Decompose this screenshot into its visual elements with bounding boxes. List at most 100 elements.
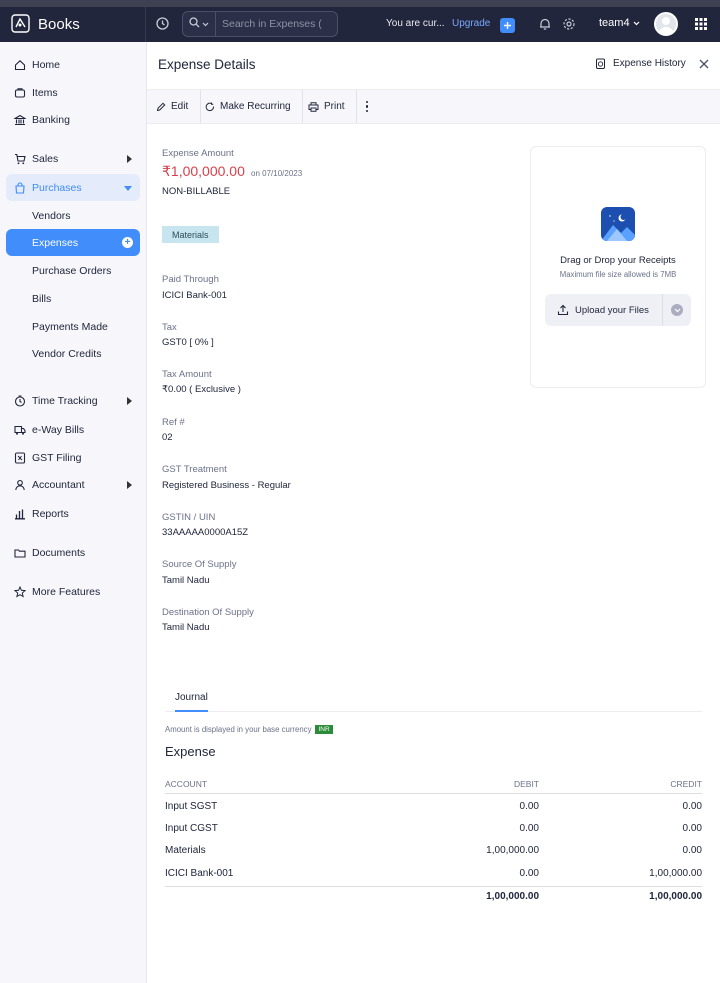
brand[interactable]: Books	[0, 7, 146, 42]
main-content: Expense Details Expense History Edit Mak…	[147, 42, 720, 983]
receipt-image-icon	[601, 207, 635, 241]
currency-badge: INR	[315, 725, 333, 734]
field-value: GST0 [ 0% ]	[162, 337, 214, 348]
caret-right-icon	[127, 481, 132, 489]
search-scope-dropdown[interactable]	[183, 12, 216, 36]
cell-account: Materials	[165, 845, 206, 856]
sidebar: Home Items Banking Sales Purchases Vendo…	[0, 42, 147, 983]
currency-note: Amount is displayed in your base currenc…	[165, 725, 333, 734]
cell-credit: 0.00	[682, 845, 702, 856]
truck-icon	[14, 424, 26, 436]
print-label: Print	[324, 101, 345, 112]
sidebar-item-vendors[interactable]: Vendors	[6, 202, 140, 229]
expense-history-button[interactable]: Expense History	[595, 58, 686, 69]
chevron-down-icon	[202, 18, 209, 30]
receipt-dropzone[interactable]: Drag or Drop your Receipts Maximum file …	[530, 146, 706, 388]
user-icon	[14, 479, 26, 491]
field-label: GSTIN / UIN	[162, 512, 216, 523]
notifications-bell-icon[interactable]	[538, 17, 552, 34]
sidebar-item-payments-made[interactable]: Payments Made	[6, 313, 140, 340]
sidebar-item-label: Purchases	[32, 181, 82, 194]
sidebar-item-purchases[interactable]: Purchases	[6, 174, 140, 201]
settings-gear-icon[interactable]	[562, 17, 576, 34]
sidebar-item-home[interactable]: Home	[6, 51, 140, 78]
make-recurring-button[interactable]: Make Recurring	[205, 90, 303, 123]
receipt-size-note: Maximum file size allowed is 7MB	[559, 270, 677, 279]
category-tag: Materials	[162, 226, 219, 243]
chevron-down-icon	[633, 21, 640, 25]
sidebar-item-label: Banking	[32, 113, 70, 126]
column-credit: CREDIT	[670, 779, 702, 789]
sidebar-item-label: GST Filing	[32, 451, 82, 464]
upload-options-dropdown[interactable]	[663, 294, 691, 326]
sidebar-item-sales[interactable]: Sales	[6, 145, 140, 172]
sidebar-item-purchase-orders[interactable]: Purchase Orders	[6, 257, 140, 284]
close-icon[interactable]	[698, 58, 710, 73]
more-options-icon[interactable]	[357, 90, 377, 123]
expense-history-label: Expense History	[613, 58, 686, 69]
field-label: Paid Through	[162, 274, 219, 285]
field-label: GST Treatment	[162, 464, 227, 475]
trial-status-text[interactable]: You are cur...	[386, 18, 445, 29]
cell-credit: 0.00	[682, 801, 702, 812]
sidebar-item-documents[interactable]: Documents	[6, 539, 140, 566]
table-header: ACCOUNT DEBIT CREDIT	[165, 775, 702, 794]
upload-files-button[interactable]: Upload your Files	[545, 294, 663, 326]
sidebar-item-time-tracking[interactable]: Time Tracking	[6, 387, 140, 414]
sidebar-item-label: e-Way Bills	[32, 423, 85, 436]
upgrade-link[interactable]: Upgrade	[452, 18, 490, 29]
books-logo-icon	[11, 13, 38, 36]
cart-icon	[14, 153, 26, 165]
table-row: Materials 1,00,000.00 0.00	[165, 841, 702, 863]
cell-debit: 1,00,000.00	[486, 845, 539, 856]
add-expense-icon[interactable]: +	[122, 237, 133, 248]
sidebar-item-reports[interactable]: Reports	[6, 500, 140, 527]
search-icon	[189, 17, 200, 31]
quick-create-button[interactable]	[500, 18, 515, 33]
table-row: Input CGST 0.00 0.00	[165, 819, 702, 841]
sidebar-item-label: Purchase Orders	[32, 264, 112, 277]
app-grid-icon[interactable]	[695, 18, 707, 33]
search-input[interactable]	[216, 18, 334, 30]
print-button[interactable]: Print	[308, 90, 357, 123]
table-row: ICICI Bank-001 0.00 1,00,000.00	[165, 864, 702, 886]
sidebar-item-items[interactable]: Items	[6, 79, 140, 106]
sidebar-item-eway-bills[interactable]: e-Way Bills	[6, 416, 140, 443]
bank-icon	[14, 114, 26, 126]
field-label: Tax Amount	[162, 369, 212, 380]
sidebar-item-label: Documents	[32, 546, 86, 559]
field-value: 33AAAAA0000A15Z	[162, 527, 249, 538]
cell-account: ICICI Bank-001	[165, 868, 234, 879]
field-label: Source Of Supply	[162, 559, 237, 570]
home-icon	[14, 59, 26, 71]
recurring-icon	[205, 102, 214, 111]
sidebar-item-vendor-credits[interactable]: Vendor Credits	[6, 340, 140, 367]
sidebar-item-bills[interactable]: Bills	[6, 285, 140, 312]
sidebar-item-banking[interactable]: Banking	[6, 106, 140, 133]
field-value: ICICI Bank-001	[162, 290, 227, 301]
cell-debit: 0.00	[519, 801, 539, 812]
recent-history-icon[interactable]	[155, 16, 170, 34]
user-avatar[interactable]	[654, 12, 678, 36]
app-name: Books	[38, 16, 80, 33]
pencil-icon	[156, 102, 166, 111]
detail-header: Expense Details Expense History	[147, 42, 720, 90]
page-title: Expense Details	[158, 57, 256, 72]
edit-button[interactable]: Edit	[156, 90, 202, 123]
organization-switcher[interactable]: team4	[599, 17, 640, 29]
column-debit: DEBIT	[513, 779, 539, 789]
table-total-row: 1,00,000.00 1,00,000.00	[165, 886, 702, 910]
items-icon	[14, 87, 26, 99]
upload-files-label: Upload your Files	[575, 304, 649, 316]
sidebar-item-expenses[interactable]: Expenses +	[6, 229, 140, 256]
detail-tabs: Journal	[165, 684, 702, 712]
bag-icon	[14, 181, 26, 194]
gst-icon	[14, 451, 26, 464]
sidebar-item-gst-filing[interactable]: GST Filing	[6, 444, 140, 471]
sidebar-item-accountant[interactable]: Accountant	[6, 471, 140, 498]
table-row: Input SGST 0.00 0.00	[165, 797, 702, 819]
sidebar-item-more-features[interactable]: More Features	[6, 578, 140, 605]
field-label: Tax	[162, 322, 177, 333]
column-account: ACCOUNT	[165, 779, 208, 789]
tab-journal[interactable]: Journal	[175, 692, 208, 712]
